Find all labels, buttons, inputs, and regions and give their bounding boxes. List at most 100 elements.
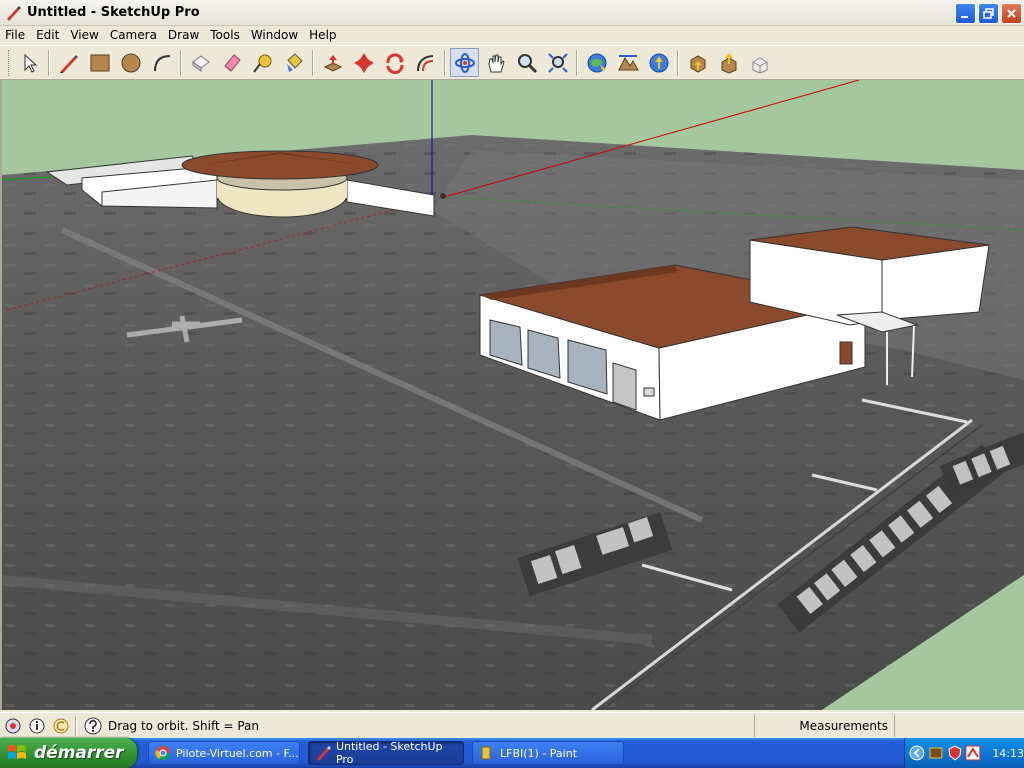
chrome-icon (155, 746, 171, 761)
orbit-icon (454, 52, 475, 73)
share-model-button[interactable] (714, 48, 743, 77)
get-models-button[interactable] (683, 48, 712, 77)
arc-tool-button[interactable] (147, 48, 176, 77)
windows-logo-icon (8, 745, 26, 759)
close-button[interactable] (1001, 3, 1022, 24)
move-icon (353, 52, 374, 73)
toolbar-separator (312, 49, 314, 76)
sketchup-app-icon (5, 5, 21, 21)
share-component-button[interactable] (745, 48, 774, 77)
menu-draw[interactable]: Draw (163, 26, 205, 45)
get-models-icon (690, 54, 705, 73)
offset-icon (416, 54, 433, 71)
arc-icon (153, 54, 170, 71)
paint-eraser-icon (223, 53, 241, 72)
task-paint[interactable]: LFBI(1) - Paint (472, 741, 624, 765)
pan-icon (487, 54, 505, 72)
measurements-label: Measurements (754, 715, 894, 737)
eraser-tool-button[interactable] (186, 48, 215, 77)
circle-icon (121, 53, 140, 72)
start-label: démarrer (34, 743, 124, 763)
rotate-tool-button[interactable] (380, 48, 409, 77)
toolbar-separator (48, 49, 50, 76)
toolbar-separator (677, 49, 679, 76)
tape-measure-tool-button[interactable] (248, 48, 277, 77)
start-button[interactable]: démarrer (0, 738, 137, 768)
network-tray-icon[interactable] (965, 745, 981, 761)
toggle-terrain-button[interactable] (613, 48, 642, 77)
share-model-icon (721, 52, 736, 74)
credits-button[interactable] (26, 715, 48, 737)
menu-window[interactable]: Window (246, 26, 304, 45)
toolbar-separator (576, 49, 578, 76)
eraser-icon (191, 54, 210, 72)
viewport-canvas[interactable] (2, 80, 1024, 710)
tape-measure-icon (252, 54, 271, 73)
task-label: Pilote-Virtuel.com - F... (176, 746, 299, 760)
place-model-button[interactable] (644, 48, 673, 77)
antivirus-tray-icon[interactable] (928, 745, 944, 761)
restore-button[interactable] (978, 3, 999, 24)
task-label: LFBI(1) - Paint (500, 746, 578, 760)
orbit-tool-button[interactable] (450, 48, 479, 77)
rectangle-icon (90, 54, 109, 71)
menu-camera[interactable]: Camera (105, 26, 163, 45)
main-toolbar (0, 45, 1024, 80)
geo-location-button[interactable] (2, 715, 24, 737)
menu-file[interactable]: File (0, 26, 31, 45)
restore-icon (983, 8, 994, 19)
window-title: Untitled - SketchUp Pro (27, 5, 200, 20)
menu-tools[interactable]: Tools (205, 26, 246, 45)
menu-view[interactable]: View (65, 26, 104, 45)
close-icon (1007, 9, 1016, 18)
rotate-icon (385, 52, 404, 74)
sketchup-icon (316, 746, 331, 761)
task-label: Untitled - SketchUp Pro (335, 740, 443, 766)
select-tool-button[interactable] (15, 48, 44, 77)
clock: 14:13 (992, 746, 1024, 760)
get-current-view-button[interactable] (582, 48, 611, 77)
zoom-extents-tool-button[interactable] (543, 48, 572, 77)
pencil-icon (59, 54, 78, 73)
toggle-terrain-icon (617, 54, 639, 70)
toolbar-grip[interactable] (8, 49, 11, 76)
status-separator (75, 715, 77, 736)
geo-location-icon (5, 718, 21, 733)
measurements-input[interactable] (894, 715, 1022, 737)
push-pull-tool-button[interactable] (318, 48, 347, 77)
account-button[interactable] (50, 715, 72, 737)
get-current-view-icon (587, 53, 606, 72)
security-tray-icon[interactable] (947, 745, 963, 761)
status-bar: Drag to orbit. Shift = Pan Measurements (0, 712, 1024, 738)
menu-help[interactable]: Help (304, 26, 342, 45)
pencil-tool-button[interactable] (54, 48, 83, 77)
select-icon (24, 53, 37, 73)
push-pull-icon (323, 54, 342, 72)
help-button[interactable] (82, 715, 104, 737)
title-bar: Untitled - SketchUp Pro (0, 0, 1024, 26)
menu-bar: File Edit View Camera Draw Tools Window … (0, 26, 1024, 45)
offset-tool-button[interactable] (411, 48, 440, 77)
toolbar-separator (180, 49, 182, 76)
zoom-tool-button[interactable] (512, 48, 541, 77)
task-pilote-virtuel[interactable]: Pilote-Virtuel.com - F... (148, 741, 300, 765)
status-hint: Drag to orbit. Shift = Pan (108, 718, 259, 733)
zoom-icon (517, 53, 537, 73)
task-sketchup[interactable]: Untitled - SketchUp Pro (308, 740, 464, 766)
windows-taskbar: démarrer Pilote-Virtuel.com - F... Untit… (0, 738, 1024, 768)
minimize-button[interactable] (955, 3, 976, 24)
minimize-icon (961, 16, 968, 18)
move-tool-button[interactable] (349, 48, 378, 77)
share-component-icon (752, 56, 767, 74)
model-viewport[interactable] (0, 80, 1024, 710)
pan-tool-button[interactable] (481, 48, 510, 77)
paint-bucket-tool-button[interactable] (279, 48, 308, 77)
rectangle-tool-button[interactable] (85, 48, 114, 77)
place-model-icon (649, 53, 668, 72)
menu-edit[interactable]: Edit (31, 26, 65, 45)
chevron-left-icon[interactable] (909, 745, 925, 761)
paint-eraser-tool-button[interactable] (217, 48, 246, 77)
circle-tool-button[interactable] (116, 48, 145, 77)
toolbar-separator (444, 49, 446, 76)
help-icon (84, 717, 102, 734)
